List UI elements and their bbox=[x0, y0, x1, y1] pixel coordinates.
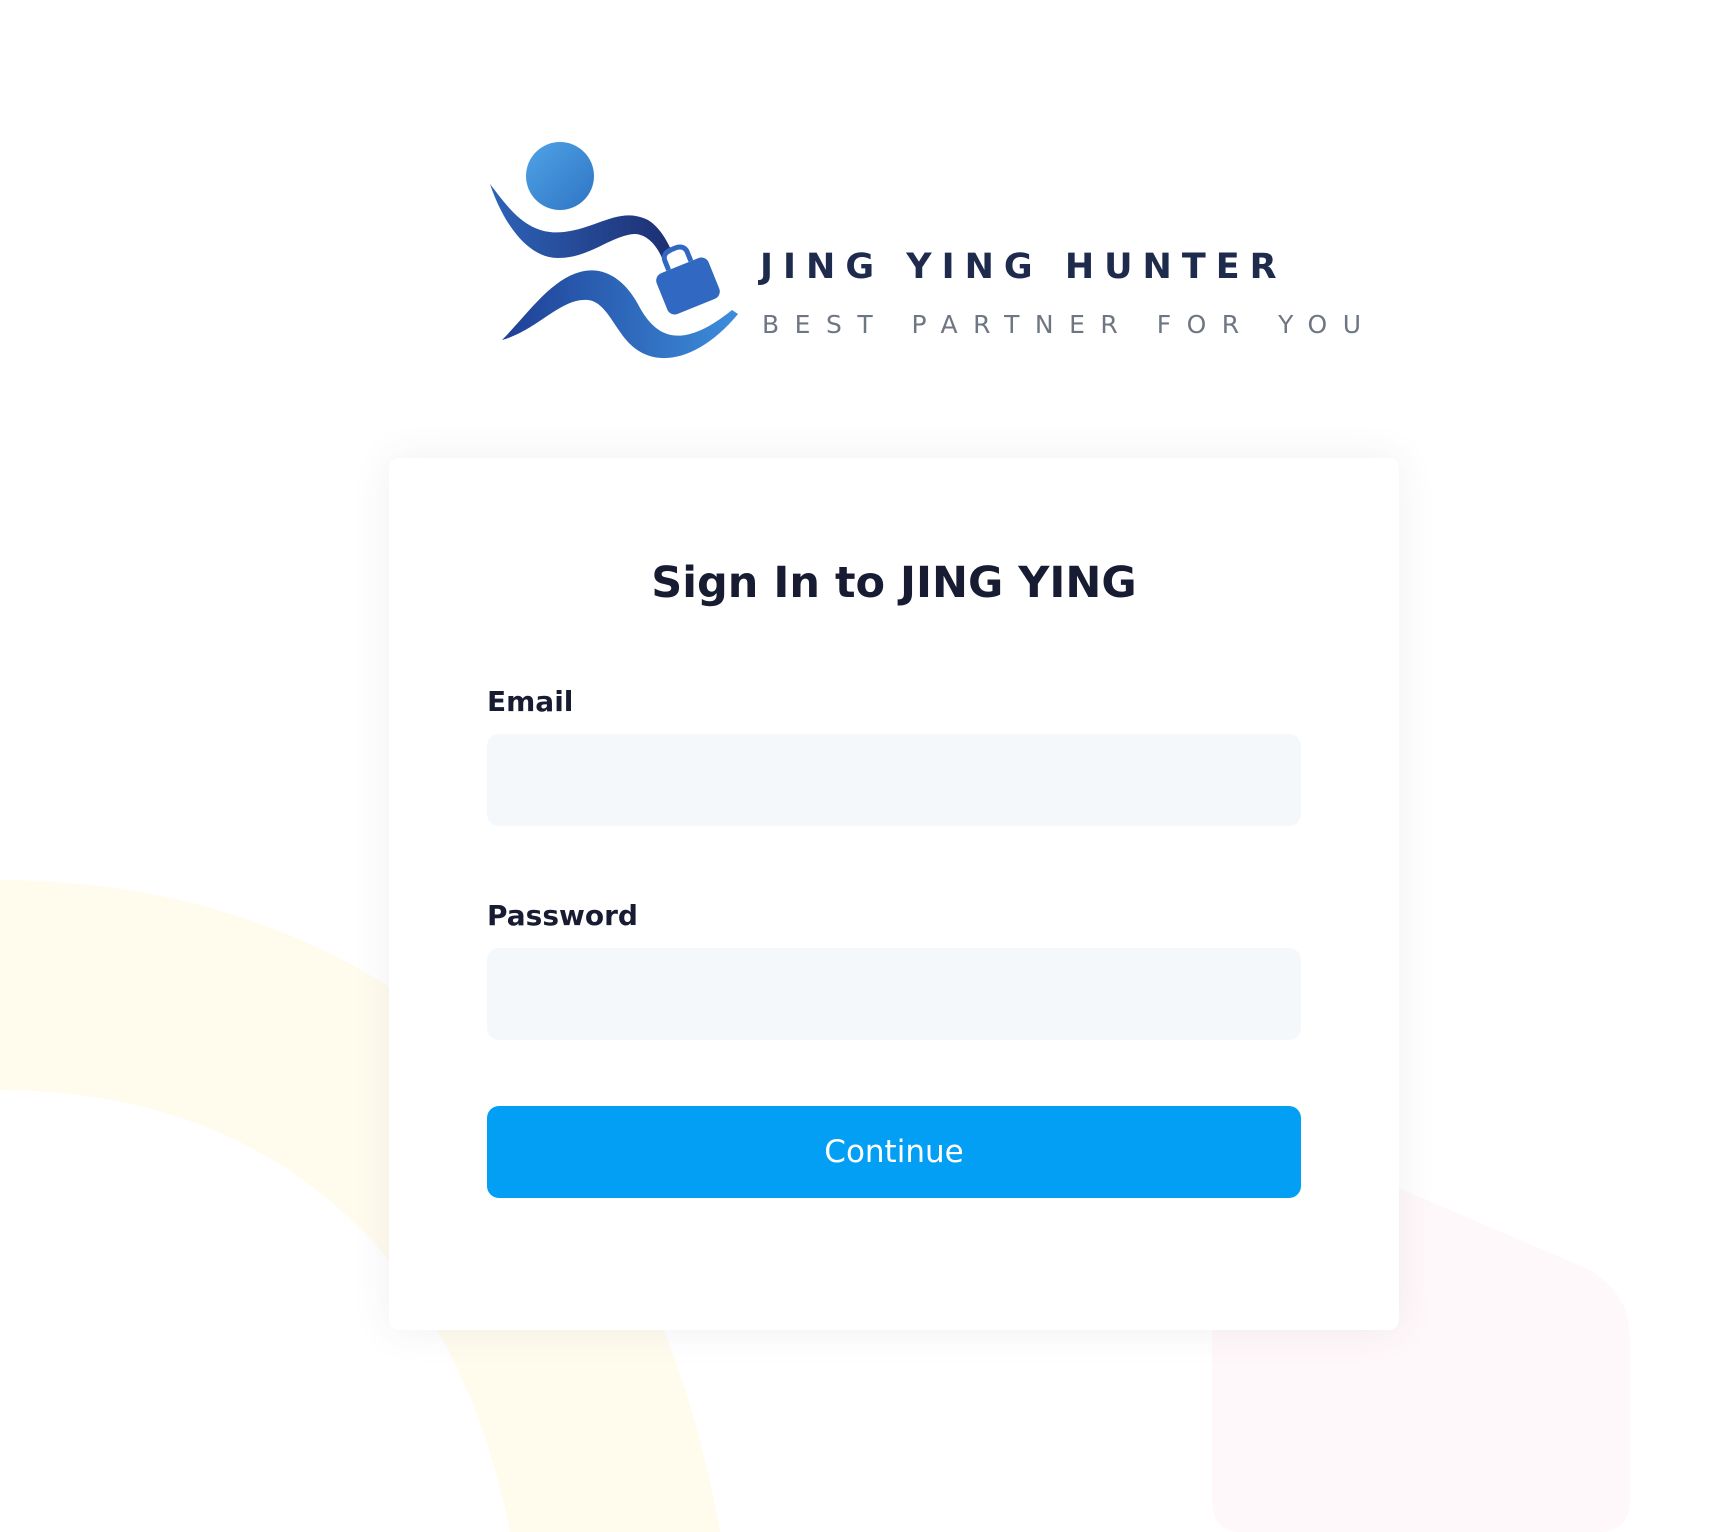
email-label: Email bbox=[487, 685, 574, 718]
email-field[interactable] bbox=[487, 734, 1301, 826]
password-label: Password bbox=[487, 899, 638, 932]
continue-button[interactable]: Continue bbox=[487, 1106, 1301, 1198]
password-field[interactable] bbox=[487, 948, 1301, 1040]
brand-tagline: BEST PARTNER FOR YOU bbox=[762, 310, 1377, 339]
brand-logo: JING YING HUNTER BEST PARTNER FOR YOU bbox=[480, 140, 1361, 370]
sign-in-card: Sign In to JING YING Email Password Cont… bbox=[389, 458, 1399, 1330]
logo-head bbox=[526, 142, 594, 210]
running-person-with-briefcase-icon bbox=[490, 142, 738, 359]
brand-name: JING YING HUNTER bbox=[760, 247, 1287, 287]
page-title: Sign In to JING YING bbox=[651, 558, 1137, 608]
